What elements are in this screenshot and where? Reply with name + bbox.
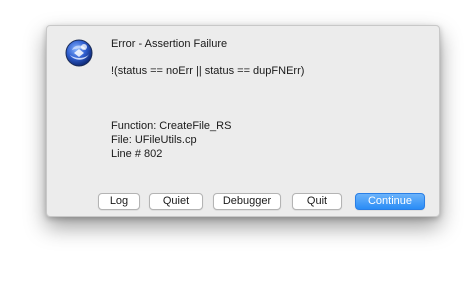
failure-details: Function: CreateFile_RS File: UFileUtils… bbox=[111, 119, 231, 161]
quiet-button[interactable]: Quiet bbox=[149, 193, 203, 210]
assertion-expression: !(status == noErr || status == dupFNErr) bbox=[111, 65, 305, 77]
debugger-button[interactable]: Debugger bbox=[213, 193, 281, 210]
line-number-line: Line # 802 bbox=[111, 148, 163, 160]
app-globe-icon bbox=[64, 38, 94, 68]
quit-button[interactable]: Quit bbox=[292, 193, 342, 210]
function-line: Function: CreateFile_RS bbox=[111, 120, 232, 132]
assertion-alert-dialog: Error - Assertion Failure !(status == no… bbox=[46, 25, 440, 217]
log-button[interactable]: Log bbox=[98, 193, 140, 210]
continue-button[interactable]: Continue bbox=[355, 193, 425, 210]
file-line: File: UFileUtils.cp bbox=[111, 134, 197, 146]
alert-title: Error - Assertion Failure bbox=[111, 38, 228, 50]
